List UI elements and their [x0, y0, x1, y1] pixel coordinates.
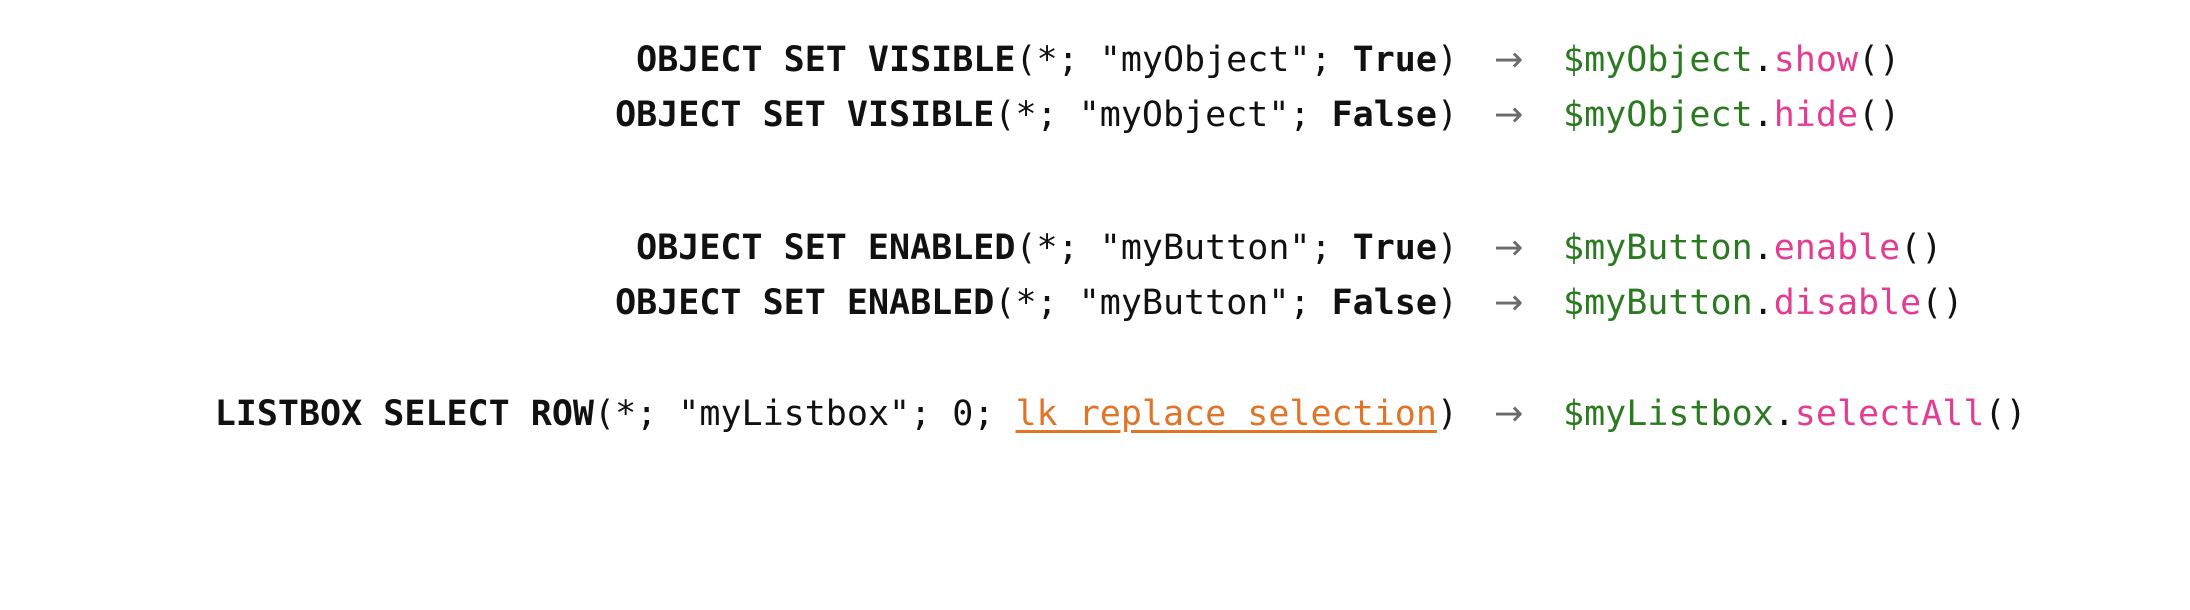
object-name-string: "myButton" — [1099, 228, 1311, 268]
command-name: OBJECT SET VISIBLE — [636, 40, 1016, 80]
object-name-string: "myObject" — [1078, 95, 1290, 135]
boolean-arg: True — [1352, 228, 1437, 268]
method-name: enable — [1773, 228, 1901, 268]
right-arrow-icon: → — [1494, 283, 1524, 323]
legacy-command-code: OBJECT SET ENABLED(*; "myButton"; True) — [636, 220, 1458, 276]
close-paren: ) — [1436, 95, 1458, 135]
legacy-command-code: OBJECT SET VISIBLE(*; "myObject"; False) — [615, 87, 1458, 143]
boolean-arg: False — [1331, 95, 1437, 135]
object-variable: $myObject — [1563, 95, 1753, 135]
member-dot: . — [1773, 394, 1795, 434]
command-name: OBJECT SET VISIBLE — [615, 95, 995, 135]
separator: ; — [1310, 40, 1353, 80]
star-arg: * — [1036, 40, 1058, 80]
star-arg: * — [615, 394, 637, 434]
modern-method-code: $myListbox.selectAll() — [1563, 386, 2027, 442]
object-name-string: "myButton" — [1078, 283, 1290, 323]
separator: ; — [1289, 283, 1332, 323]
modern-method-code: $myObject.show() — [1563, 32, 1900, 88]
member-dot: . — [1752, 283, 1774, 323]
right-arrow-icon: → — [1494, 40, 1524, 80]
open-paren: ( — [1015, 228, 1037, 268]
method-name: selectAll — [1794, 394, 1985, 434]
star-arg: * — [1015, 283, 1037, 323]
command-name: OBJECT SET ENABLED — [615, 283, 995, 323]
mapping-row-visible-true: OBJECT SET VISIBLE(*; "myObject"; True) … — [0, 32, 2190, 88]
object-name-string: "myObject" — [1099, 40, 1311, 80]
separator: ; — [1310, 228, 1353, 268]
modern-method-code: $myObject.hide() — [1563, 87, 1900, 143]
close-paren: ) — [1436, 40, 1458, 80]
open-paren: ( — [994, 95, 1016, 135]
method-name: hide — [1773, 95, 1859, 135]
separator: ; — [1289, 95, 1332, 135]
member-dot: . — [1752, 40, 1774, 80]
separator: ; — [636, 394, 679, 434]
method-name: show — [1773, 40, 1859, 80]
separator: ; — [1036, 283, 1079, 323]
open-paren: ( — [994, 283, 1016, 323]
object-variable: $myObject — [1563, 40, 1753, 80]
open-paren: ( — [593, 394, 616, 434]
mapping-row-enabled-true: OBJECT SET ENABLED(*; "myButton"; True) … — [0, 220, 2190, 276]
method-name: disable — [1773, 283, 1922, 323]
separator: ; — [973, 394, 1016, 434]
command-name: LISTBOX SELECT ROW — [214, 394, 594, 434]
call-parens: () — [1921, 283, 1964, 323]
call-parens: () — [1984, 394, 2027, 434]
separator: ; — [1057, 40, 1100, 80]
close-paren: ) — [1436, 228, 1458, 268]
close-paren: ) — [1436, 394, 1458, 434]
legacy-command-code: LISTBOX SELECT ROW(*; "myListbox"; 0; lk… — [215, 386, 1458, 442]
right-arrow-icon: → — [1494, 95, 1524, 135]
member-dot: . — [1752, 95, 1774, 135]
command-name: OBJECT SET ENABLED — [636, 228, 1016, 268]
row-number-arg: 0 — [952, 394, 974, 434]
separator: ; — [910, 394, 953, 434]
mapping-row-enabled-false: OBJECT SET ENABLED(*; "myButton"; False)… — [0, 275, 2190, 331]
separator: ; — [1036, 95, 1079, 135]
modern-method-code: $myButton.disable() — [1563, 275, 1963, 331]
call-parens: () — [1900, 228, 1943, 268]
object-variable: $myButton — [1563, 228, 1753, 268]
object-variable: $myButton — [1563, 283, 1753, 323]
object-name-string: "myListbox" — [678, 394, 911, 434]
separator: ; — [1057, 228, 1100, 268]
open-paren: ( — [1015, 40, 1037, 80]
legacy-command-code: OBJECT SET ENABLED(*; "myButton"; False) — [615, 275, 1458, 331]
legacy-command-code: OBJECT SET VISIBLE(*; "myObject"; True) — [636, 32, 1458, 88]
star-arg: * — [1015, 95, 1037, 135]
call-parens: () — [1858, 40, 1901, 80]
modern-method-code: $myButton.enable() — [1563, 220, 1942, 276]
call-parens: () — [1858, 95, 1901, 135]
selection-constant-link[interactable]: lk replace selection — [1015, 394, 1436, 434]
close-paren: ) — [1436, 283, 1458, 323]
mapping-row-visible-false: OBJECT SET VISIBLE(*; "myObject"; False)… — [0, 87, 2190, 143]
object-variable: $myListbox — [1563, 394, 1774, 434]
mapping-row-listbox-select: LISTBOX SELECT ROW(*; "myListbox"; 0; lk… — [0, 386, 2190, 442]
boolean-arg: False — [1331, 283, 1437, 323]
boolean-arg: True — [1352, 40, 1437, 80]
right-arrow-icon: → — [1494, 228, 1524, 268]
star-arg: * — [1036, 228, 1058, 268]
right-arrow-icon: → — [1494, 394, 1524, 434]
member-dot: . — [1752, 228, 1774, 268]
